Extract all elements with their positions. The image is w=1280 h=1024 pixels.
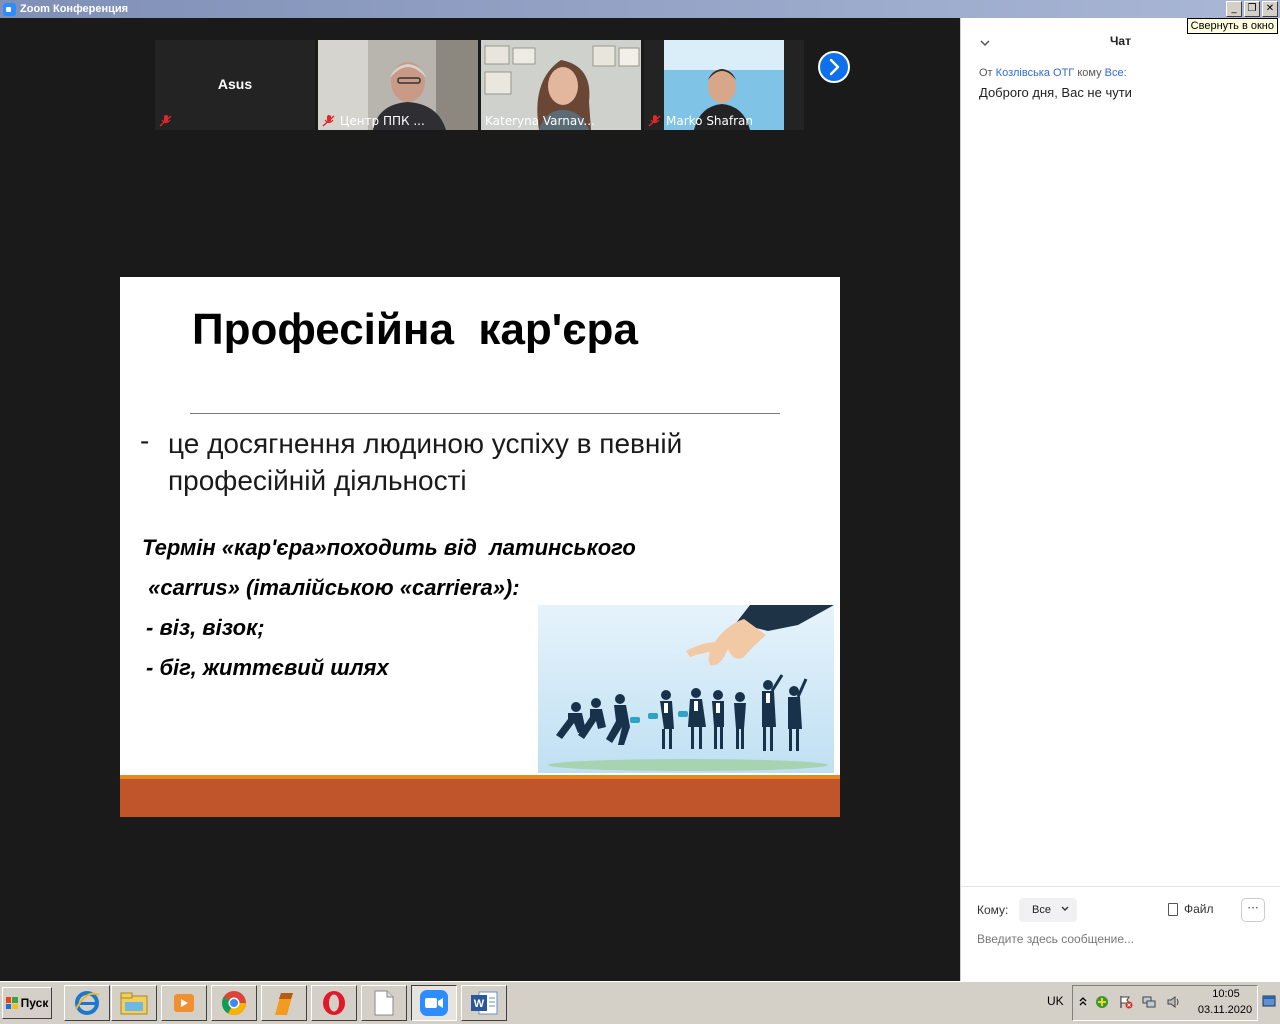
network-icon[interactable] — [1142, 995, 1156, 1009]
participant-tile-kateryna[interactable]: Kateryna Varnav... — [481, 40, 641, 130]
next-participants-button[interactable] — [818, 51, 850, 83]
slide-footer-bar — [120, 779, 840, 817]
participant-tile-center[interactable]: Центр ППК ... — [318, 40, 478, 130]
antivirus-icon[interactable] — [1095, 995, 1109, 1009]
slide-meaning-2: - біг, життєвий шлях — [146, 655, 389, 680]
career-race-illustration — [538, 605, 834, 773]
svg-text:W: W — [474, 998, 485, 1010]
shared-slide: Професійна кар'єра - це досягнення людин… — [120, 277, 840, 817]
from-label: От — [979, 67, 993, 79]
minimize-button[interactable]: _ — [1226, 1, 1242, 17]
show-desktop-icon[interactable] — [1262, 994, 1276, 1008]
zoom-app-icon — [3, 2, 16, 16]
internet-explorer-icon[interactable] — [64, 985, 110, 1021]
slide-title: Професійна кар'єра — [192, 305, 638, 354]
recipient-select-value: Все — [1032, 904, 1051, 916]
restore-button[interactable]: ❐ — [1244, 1, 1260, 17]
start-button[interactable]: Пуск — [2, 987, 52, 1019]
slide-bullet: - — [140, 425, 150, 456]
slide-definition: це досягнення людиною успіху в певній пр… — [168, 428, 683, 496]
zoom-icon[interactable] — [411, 985, 457, 1021]
opera-icon[interactable] — [311, 985, 357, 1021]
taskbar: Пуск W UK 10:05 03.11.2020 — [0, 981, 1280, 1024]
participant-name: Kateryna Varnav... — [485, 114, 595, 128]
chat-message-input[interactable] — [977, 930, 1267, 948]
message-sender[interactable]: Козлівська ОТГ — [996, 67, 1075, 79]
windows-flag-icon — [5, 997, 18, 1009]
recipient-select[interactable]: Все — [1019, 898, 1077, 922]
participant-name: Asus — [217, 76, 253, 92]
more-options-button[interactable]: ··· — [1241, 898, 1265, 922]
chevron-down-icon — [1061, 906, 1069, 911]
window-title: Zoom Конференция — [20, 3, 129, 15]
volume-icon[interactable] — [1166, 995, 1180, 1009]
slide-term-line-1: Термін «кар'єра»походить від латинського — [142, 535, 636, 560]
chat-divider — [961, 886, 1280, 887]
muted-mic-icon — [159, 115, 172, 127]
slide-divider — [190, 413, 780, 414]
chat-message-text: Доброго дня, Вас не чути — [979, 85, 1132, 100]
restore-tooltip: Свернуть в окно — [1186, 18, 1278, 34]
message-recipient[interactable]: Все: — [1105, 67, 1127, 79]
clock-date[interactable]: 03.11.2020 — [1190, 1004, 1260, 1016]
to-label: кому — [1077, 67, 1102, 79]
chevron-right-icon — [829, 58, 840, 76]
participant-tile-marko[interactable]: Marko Shafran — [644, 40, 804, 130]
document-icon[interactable] — [361, 985, 407, 1021]
word-icon[interactable]: W — [461, 985, 507, 1021]
clock-time[interactable]: 10:05 — [1196, 988, 1256, 1000]
participant-tile-asus[interactable]: Asus — [155, 40, 315, 130]
tray-expand-icon[interactable] — [1076, 995, 1090, 1009]
start-label: Пуск — [20, 996, 49, 1010]
chat-message-meta: От Козлівська ОТГ кому Все: — [979, 67, 1127, 79]
chat-title: Чат — [1110, 34, 1131, 48]
file-button[interactable]: Файл — [1168, 902, 1214, 916]
muted-mic-icon — [648, 115, 661, 127]
file-button-label: Файл — [1184, 902, 1214, 916]
file-explorer-icon[interactable] — [111, 985, 157, 1021]
file-icon — [1168, 902, 1178, 916]
close-button[interactable]: ✕ — [1262, 1, 1278, 17]
window-title-bar: Zoom Конференция _ ❐ ✕ — [0, 0, 1280, 18]
slide-meaning-1: - віз, візок; — [146, 615, 265, 640]
flag-alert-icon[interactable] — [1119, 995, 1133, 1009]
chat-panel: Чат От Козлівська ОТГ кому Все: Доброго … — [960, 18, 1280, 981]
participant-name: Marko Shafran — [666, 114, 754, 128]
chrome-icon[interactable] — [211, 985, 257, 1021]
slide-term-line-2: «carrus» (італійською «carriera»): — [142, 575, 520, 600]
app-icon[interactable] — [261, 985, 307, 1021]
muted-mic-icon — [322, 115, 335, 127]
participant-name: Центр ППК ... — [340, 114, 425, 128]
media-player-icon[interactable] — [161, 985, 207, 1021]
send-to-label: Кому: — [977, 903, 1009, 917]
language-indicator[interactable]: UK — [1047, 994, 1064, 1008]
window-controls: _ ❐ ✕ — [1226, 1, 1278, 17]
